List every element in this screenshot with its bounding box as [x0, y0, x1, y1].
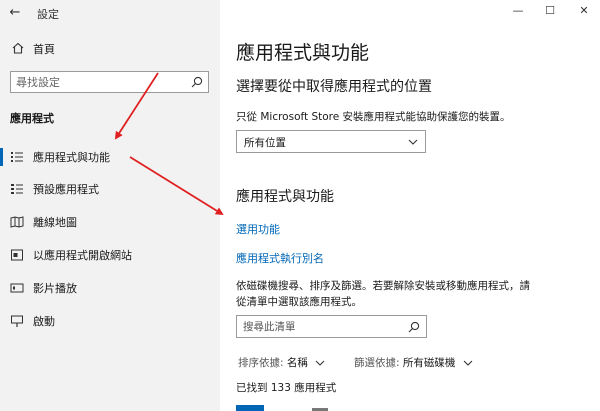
sidebar-item-video-playback[interactable]: 影片播放 — [0, 277, 220, 299]
minimize-button[interactable]: — — [508, 2, 528, 20]
page-title: 應用程式與功能 — [236, 42, 370, 64]
install-source-dropdown[interactable]: 所有位置 — [236, 130, 426, 153]
sidebar-item-startup[interactable]: 啟動 — [0, 310, 220, 332]
optional-features-link[interactable]: 選用功能 — [236, 221, 280, 237]
install-source-heading: 選擇要從中取得應用程式的位置 — [236, 79, 432, 95]
dropdown-value: 所有位置 — [244, 137, 286, 149]
sidebar-section-label: 應用程式 — [10, 112, 54, 125]
apps-list-search-box[interactable] — [236, 315, 427, 338]
sidebar-item-label: 影片播放 — [33, 282, 77, 295]
sidebar-item-label: 以應用程式開啟網站 — [33, 249, 132, 262]
settings-search-input[interactable] — [16, 74, 186, 90]
filter-by-value: 所有磁碟機 — [402, 357, 456, 369]
app-list-item-icon — [236, 405, 264, 411]
app-title: 設定 — [37, 8, 59, 21]
sort-by-value: 名稱 — [286, 357, 308, 369]
chevron-down-icon — [315, 360, 325, 366]
startup-icon — [11, 315, 23, 327]
offline-maps-icon — [10, 216, 24, 228]
sidebar-item-label: 離線地圖 — [33, 216, 77, 229]
sidebar-item-apps-for-websites[interactable]: 以應用程式開啟網站 — [0, 244, 220, 266]
filter-by-label: 篩選依據: — [354, 357, 400, 369]
home-icon — [12, 42, 24, 54]
apps-list-description: 依磁碟機搜尋、排序及篩選。若要解除安裝或移動應用程式，請從清單中選取該應用程式。 — [236, 280, 530, 308]
sidebar: ← 設定 首頁 應用程式 應用程式與功能 — [0, 0, 220, 411]
sort-by-control[interactable]: 排序依據: 名稱 — [238, 355, 325, 370]
back-button[interactable]: ← — [6, 4, 24, 22]
main-panel: — ☐ ✕ 應用程式與功能 選擇要從中取得應用程式的位置 只從 Microsof… — [220, 0, 600, 411]
sidebar-item-default-apps[interactable]: 預設應用程式 — [0, 178, 220, 200]
video-playback-icon — [10, 283, 24, 293]
search-icon[interactable] — [408, 321, 420, 333]
settings-window: ← 設定 首頁 應用程式 應用程式與功能 — [0, 0, 600, 411]
sidebar-item-label: 首頁 — [33, 43, 55, 56]
sidebar-item-apps-features[interactable]: 應用程式與功能 — [0, 146, 220, 168]
close-button[interactable]: ✕ — [574, 2, 594, 20]
apps-found-count: 已找到 133 應用程式 — [236, 382, 337, 394]
chevron-down-icon — [408, 139, 418, 145]
apps-features-icon — [11, 152, 23, 162]
apps-for-websites-icon — [11, 249, 23, 261]
search-icon[interactable] — [191, 76, 203, 88]
default-apps-icon — [11, 184, 23, 194]
sidebar-item-home[interactable]: 首頁 — [0, 38, 220, 60]
sidebar-item-label: 預設應用程式 — [33, 183, 99, 196]
window-controls: — ☐ ✕ — [490, 0, 600, 22]
sidebar-item-offline-maps[interactable]: 離線地圖 — [0, 211, 220, 233]
sort-by-label: 排序依據: — [238, 357, 284, 369]
sidebar-item-label: 啟動 — [33, 315, 55, 328]
apps-features-heading: 應用程式與功能 — [236, 189, 334, 205]
settings-search-box[interactable] — [10, 71, 209, 93]
apps-list-search-input[interactable] — [243, 319, 403, 335]
chevron-down-icon — [463, 360, 473, 366]
sidebar-item-label: 應用程式與功能 — [33, 151, 110, 164]
maximize-button[interactable]: ☐ — [540, 2, 560, 20]
app-execution-aliases-link[interactable]: 應用程式執行別名 — [236, 250, 324, 266]
filter-by-control[interactable]: 篩選依據: 所有磁碟機 — [354, 355, 473, 370]
install-source-description: 只從 Microsoft Store 安裝應用程式能協助保護您的裝置。 — [236, 111, 511, 123]
